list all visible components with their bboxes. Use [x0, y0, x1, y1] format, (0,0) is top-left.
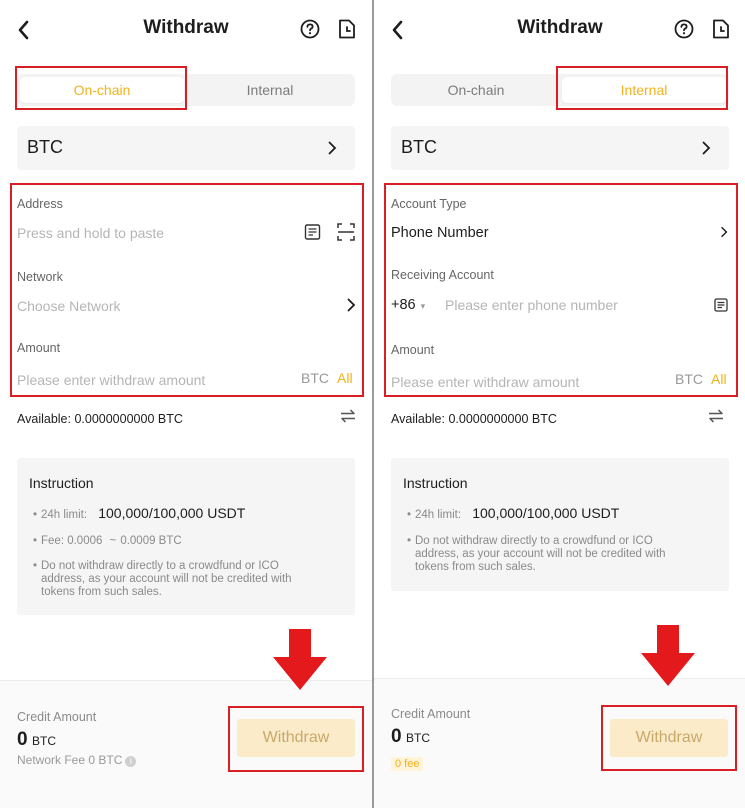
down-arrow-icon	[273, 629, 327, 690]
help-circle-icon[interactable]	[300, 19, 320, 39]
highlight-box-form	[384, 183, 738, 397]
warning-line-1: Do not withdraw directly to a crowdfund …	[41, 560, 279, 572]
network-fee: Network Fee 0 BTC i	[17, 753, 137, 767]
credit-amount-unit: BTC	[406, 731, 431, 745]
internal-withdraw-screen: Withdraw On-chain Internal BTC Account T…	[374, 0, 745, 808]
warning-line-1: Do not withdraw directly to a crowdfund …	[415, 535, 653, 547]
credit-amount-unit: BTC	[32, 734, 57, 748]
document-history-icon[interactable]	[338, 19, 356, 39]
coin-selector[interactable]: BTC	[17, 126, 355, 170]
swap-icon[interactable]	[340, 409, 356, 423]
swap-icon[interactable]	[708, 409, 724, 423]
highlight-box-withdraw	[228, 706, 364, 772]
fee-max: 0.0009 BTC	[120, 535, 182, 547]
fee-tilde: ~	[109, 535, 117, 547]
credit-amount-label: Credit Amount	[391, 707, 471, 721]
limit-value: 100,000/100,000 USDT	[472, 505, 620, 521]
onchain-withdraw-screen: Withdraw On-chain Internal BTC Address P…	[0, 0, 372, 808]
chevron-right-icon	[328, 141, 337, 155]
warning-line: • Do not withdraw directly to a crowdfund…	[33, 560, 279, 572]
coin-name: BTC	[401, 137, 437, 157]
info-icon[interactable]: i	[125, 756, 137, 767]
limit-line: • 24h limit: 100,000/100,000 USDT	[33, 505, 246, 521]
fee-label: Fee: 0.0006	[41, 535, 103, 547]
tab-on-chain[interactable]: On-chain	[394, 77, 558, 103]
available-balance: Available: 0.0000000000 BTC	[17, 412, 183, 426]
network-fee-text: Network Fee 0 BTC	[17, 753, 123, 767]
credit-amount-value: 0	[17, 729, 28, 750]
down-arrow-icon	[641, 625, 695, 686]
highlight-box-onchain-tab	[15, 66, 187, 110]
warning-line-3: tokens from such sales.	[41, 586, 162, 598]
warning-line: • Do not withdraw directly to a crowdfund…	[407, 535, 653, 547]
instruction-title: Instruction	[29, 475, 94, 491]
limit-line: • 24h limit: 100,000/100,000 USDT	[407, 505, 620, 521]
credit-amount-value: 0	[391, 726, 402, 747]
fee-badge: 0 fee	[391, 757, 424, 771]
highlight-box-withdraw	[601, 705, 737, 771]
chevron-right-icon	[702, 141, 711, 155]
credit-amount-label: Credit Amount	[17, 710, 97, 724]
highlight-box-form	[10, 183, 364, 397]
warning-line-2: address, as your account will not be cre…	[415, 548, 666, 560]
fee-line: • Fee: 0.0006 ~0.0009 BTC	[33, 535, 182, 547]
document-history-icon[interactable]	[712, 19, 730, 39]
limit-label: 24h limit:	[415, 509, 462, 521]
instruction-box: Instruction • 24h limit: 100,000/100,000 …	[391, 458, 729, 591]
limit-value: 100,000/100,000 USDT	[98, 505, 246, 521]
coin-selector[interactable]: BTC	[391, 126, 729, 170]
credit-amount: 0 BTC	[391, 726, 430, 748]
warning-line-2: address, as your account will not be cre…	[41, 573, 292, 585]
coin-name: BTC	[27, 137, 63, 157]
limit-label: 24h limit:	[41, 509, 88, 521]
help-circle-icon[interactable]	[674, 19, 694, 39]
warning-line-3: tokens from such sales.	[415, 561, 536, 573]
credit-amount: 0 BTC	[17, 729, 56, 751]
available-balance: Available: 0.0000000000 BTC	[391, 412, 557, 426]
instruction-box: Instruction • 24h limit: 100,000/100,000 …	[17, 458, 355, 615]
instruction-title: Instruction	[403, 475, 468, 491]
tab-internal[interactable]: Internal	[188, 77, 352, 103]
highlight-box-internal-tab	[556, 66, 728, 110]
fee-badge-row: 0 fee	[391, 754, 424, 772]
